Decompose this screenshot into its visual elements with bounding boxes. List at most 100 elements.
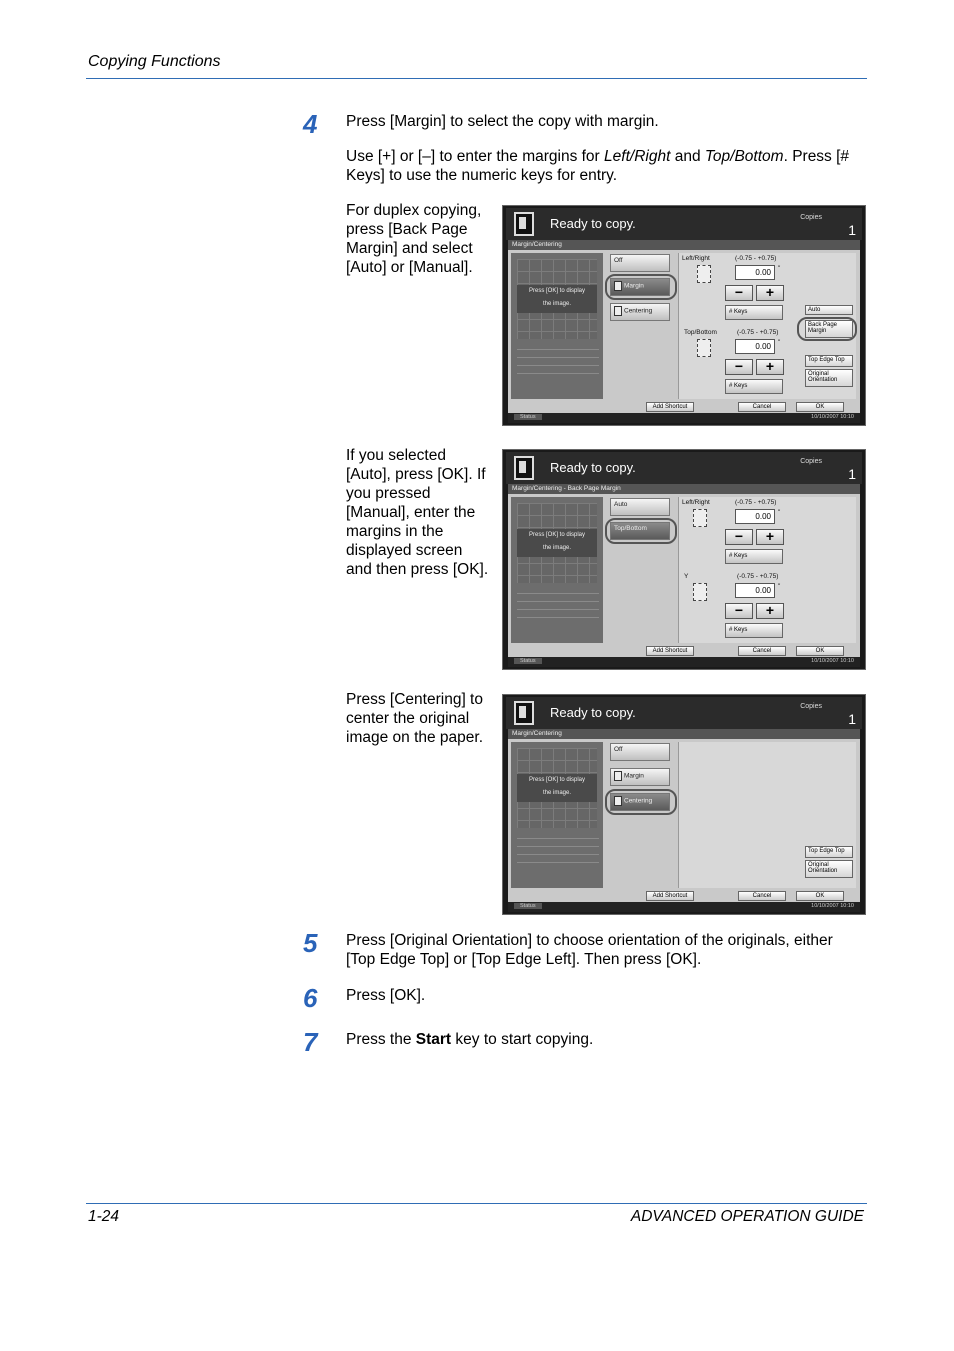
- minus-button[interactable]: −: [725, 603, 753, 619]
- y-label: Y: [684, 573, 689, 580]
- note-duplex: For duplex copying, press [Back Page Mar…: [346, 201, 481, 277]
- preview-message-line: the image.: [542, 545, 572, 551]
- unit-label: ": [778, 339, 781, 346]
- top-bottom-margin-icon: [697, 339, 711, 357]
- document-icon: [514, 456, 534, 480]
- screen-margin-centering: Ready to copy. Copies 1 Margin/Centering…: [502, 205, 866, 426]
- step-5-line: Press [Original Orientation] to choose o…: [346, 932, 833, 949]
- plus-button[interactable]: +: [756, 285, 784, 301]
- note-line: image on the paper.: [346, 729, 484, 746]
- centering-button-label: Centering: [624, 307, 653, 315]
- off-button[interactable]: Off: [610, 254, 670, 272]
- back-page-margin-button[interactable]: Back Page Margin: [805, 320, 853, 338]
- unit-label: ": [778, 265, 781, 272]
- unit-label: ": [778, 583, 781, 590]
- auto-button[interactable]: Auto: [610, 498, 670, 516]
- original-orientation-label: Orientation: [808, 868, 838, 874]
- breadcrumb: Margin/Centering: [508, 729, 860, 739]
- screen-centering: Ready to copy. Copies 1 Margin/Centering…: [502, 694, 866, 915]
- cancel-button[interactable]: Cancel: [738, 891, 786, 901]
- copies-count: 1: [848, 711, 856, 727]
- minus-button[interactable]: −: [725, 285, 753, 301]
- preview-message-line: Press [OK] to display: [528, 777, 586, 783]
- ok-button[interactable]: OK: [796, 891, 844, 901]
- note-line: Margin] and select: [346, 240, 473, 257]
- step-7-part: Press the: [346, 1031, 416, 1048]
- preview-message-line: Press [OK] to display: [528, 288, 586, 294]
- note-line: [Auto] or [Manual].: [346, 259, 473, 276]
- note-line: press [Back Page: [346, 221, 468, 238]
- ready-message: Ready to copy.: [550, 705, 636, 720]
- top-bottom-term: Top/Bottom: [704, 148, 784, 165]
- copies-label: Copies: [800, 214, 822, 221]
- datetime: 10/10/2007 10:10: [811, 414, 854, 420]
- numeric-keys-button[interactable]: # Keys: [725, 623, 783, 638]
- range-label: (-0.75 - +0.75): [737, 573, 779, 580]
- status-button[interactable]: Status: [514, 414, 542, 420]
- y-value[interactable]: 0.00: [735, 583, 775, 598]
- numeric-keys-button[interactable]: # Keys: [725, 305, 783, 320]
- left-right-margin-icon: [697, 265, 711, 283]
- left-right-label: Left/Right: [682, 255, 710, 262]
- status-button[interactable]: Status: [514, 658, 542, 664]
- top-bottom-label: Top/Bottom: [684, 329, 717, 336]
- note-line: Press [Centering] to: [346, 691, 483, 708]
- centering-button[interactable]: Centering: [610, 793, 670, 811]
- plus-button[interactable]: +: [756, 529, 784, 545]
- margin-icon: [614, 281, 622, 291]
- preview-pane: Press [OK] to display the image.: [511, 253, 603, 399]
- centering-button[interactable]: Centering: [610, 303, 670, 321]
- ok-button[interactable]: OK: [796, 646, 844, 656]
- off-button[interactable]: Off: [610, 743, 670, 761]
- step-5-text: Press [Original Orientation] to choose o…: [346, 931, 833, 969]
- minus-button[interactable]: −: [725, 529, 753, 545]
- left-right-value[interactable]: 0.00: [735, 265, 775, 280]
- screen-topbar: Ready to copy. Copies 1: [506, 697, 862, 729]
- y-margin-icon: [693, 583, 707, 601]
- step-4-detail-part: . Press [#: [783, 148, 850, 165]
- step-6-text: Press [OK].: [346, 987, 426, 1004]
- step-number-7: 7: [303, 1027, 318, 1057]
- footer-bar: Add Shortcut Cancel OK: [508, 645, 860, 657]
- add-shortcut-button[interactable]: Add Shortcut: [646, 402, 694, 412]
- margin-button[interactable]: Margin: [610, 278, 670, 296]
- numeric-keys-button[interactable]: # Keys: [725, 549, 783, 564]
- preview-message: Press [OK] to display the image.: [517, 774, 597, 802]
- add-shortcut-button[interactable]: Add Shortcut: [646, 891, 694, 901]
- preview-lines: [517, 349, 599, 379]
- note-line: margins in the: [346, 523, 444, 540]
- plus-button[interactable]: +: [756, 359, 784, 375]
- preview-message-line: Press [OK] to display: [528, 532, 586, 538]
- plus-button[interactable]: +: [756, 603, 784, 619]
- add-shortcut-button[interactable]: Add Shortcut: [646, 646, 694, 656]
- top-bottom-button[interactable]: Top/Bottom: [610, 522, 670, 540]
- top-bottom-value[interactable]: 0.00: [735, 339, 775, 354]
- margin-icon: [614, 771, 622, 781]
- step-7-text: Press the Start key to start copying.: [346, 1030, 593, 1049]
- margin-button[interactable]: Margin: [610, 768, 670, 786]
- original-orientation-button[interactable]: Original Orientation: [805, 369, 853, 387]
- note-line: [Manual], enter the: [346, 504, 476, 521]
- top-edge-top-label: Top Edge Top: [805, 846, 853, 858]
- screen-body: Press [OK] to display the image. Auto To…: [508, 494, 860, 645]
- note-auto-manual: If you selected [Auto], press [OK]. If y…: [346, 446, 488, 579]
- minus-button[interactable]: −: [725, 359, 753, 375]
- preview-lines: [517, 593, 599, 623]
- top-edge-top-label: Top Edge Top: [805, 355, 853, 367]
- step-4-detail-part: and: [670, 148, 705, 165]
- ok-button[interactable]: OK: [796, 402, 844, 412]
- step-number-6: 6: [303, 983, 318, 1013]
- cancel-button[interactable]: Cancel: [738, 646, 786, 656]
- centering-button-label: Centering: [624, 797, 653, 805]
- status-button[interactable]: Status: [514, 903, 542, 909]
- range-label: (-0.75 - +0.75): [735, 499, 777, 506]
- original-orientation-button[interactable]: Original Orientation: [805, 860, 853, 878]
- cancel-button[interactable]: Cancel: [738, 402, 786, 412]
- auto-label: Auto: [805, 305, 853, 315]
- left-right-value[interactable]: 0.00: [735, 509, 775, 524]
- preview-message-line: the image.: [542, 301, 572, 307]
- guide-title: ADVANCED OPERATION GUIDE: [630, 1208, 864, 1225]
- numeric-keys-button[interactable]: # Keys: [725, 379, 783, 394]
- settings-area: Top Edge Top Original Orientation: [678, 742, 856, 888]
- ready-message: Ready to copy.: [550, 216, 636, 231]
